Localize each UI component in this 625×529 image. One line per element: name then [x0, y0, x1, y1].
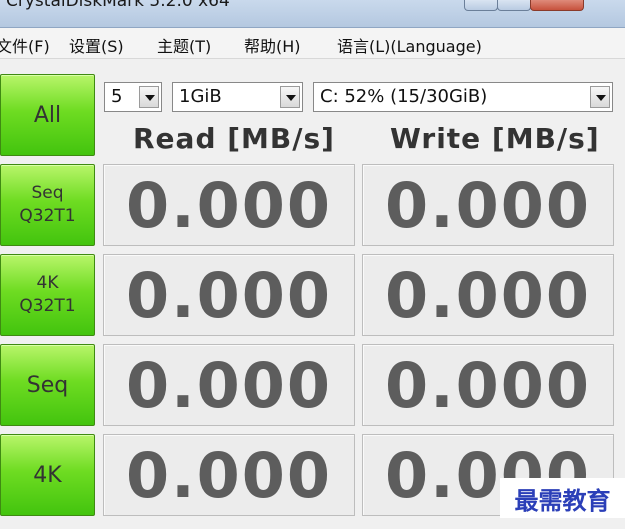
chevron-down-icon[interactable] — [590, 86, 610, 108]
seq-q32t1-label-2: Q32T1 — [19, 206, 76, 226]
seq-read-value: 0.000 — [103, 344, 355, 426]
window-title: CrystalDiskMark 5.2.0 x64 — [6, 0, 230, 11]
maximize-button[interactable] — [497, 0, 531, 11]
4k-button[interactable]: 4K — [0, 434, 95, 516]
seq-write-value: 0.000 — [362, 344, 614, 426]
4k-q32t1-read-value: 0.000 — [103, 254, 355, 336]
all-button-label: All — [33, 102, 62, 128]
seq-button[interactable]: Seq — [0, 344, 95, 426]
4k-q32t1-label-1: 4K — [36, 273, 59, 293]
4k-button-label: 4K — [33, 462, 62, 488]
4k-q32t1-label-2: Q32T1 — [19, 296, 76, 316]
drive-value: C: 52% (15/30GiB) — [320, 86, 488, 107]
4k-read-value: 0.000 — [103, 434, 355, 516]
menu-bar: 文件(F) 设置(S) 主题(T) 帮助(H) 语言(L)(Language) — [0, 28, 625, 59]
read-header: Read [MB/s] — [133, 122, 335, 155]
menu-settings[interactable]: 设置(S) — [69, 33, 124, 57]
chevron-down-icon[interactable] — [280, 86, 300, 108]
size-value: 1GiB — [179, 86, 222, 107]
seq-button-label: Seq — [26, 372, 69, 398]
seq-q32t1-button[interactable]: Seq Q32T1 — [0, 164, 95, 246]
drive-select[interactable]: C: 52% (15/30GiB) — [313, 82, 613, 112]
4k-q32t1-button[interactable]: 4K Q32T1 — [0, 254, 95, 336]
count-value: 5 — [111, 86, 123, 107]
seq-q32t1-label-1: Seq — [31, 183, 64, 203]
menu-language[interactable]: 语言(L)(Language) — [337, 33, 482, 57]
4k-q32t1-write-value: 0.000 — [362, 254, 614, 336]
seq-q32t1-read-value: 0.000 — [103, 164, 355, 246]
close-button[interactable] — [530, 0, 584, 11]
write-header: Write [MB/s] — [390, 122, 600, 155]
minimize-button[interactable] — [464, 0, 498, 11]
size-select[interactable]: 1GiB — [172, 82, 303, 112]
menu-help[interactable]: 帮助(H) — [244, 33, 301, 57]
all-button[interactable]: All — [0, 74, 95, 156]
chevron-down-icon[interactable] — [139, 86, 159, 108]
watermark: 最需教育 — [500, 478, 625, 518]
seq-q32t1-write-value: 0.000 — [362, 164, 614, 246]
menu-theme[interactable]: 主题(T) — [157, 33, 211, 57]
count-select[interactable]: 5 — [104, 82, 162, 112]
menu-file[interactable]: 文件(F) — [0, 33, 50, 57]
title-bar: CrystalDiskMark 5.2.0 x64 — [0, 0, 625, 28]
